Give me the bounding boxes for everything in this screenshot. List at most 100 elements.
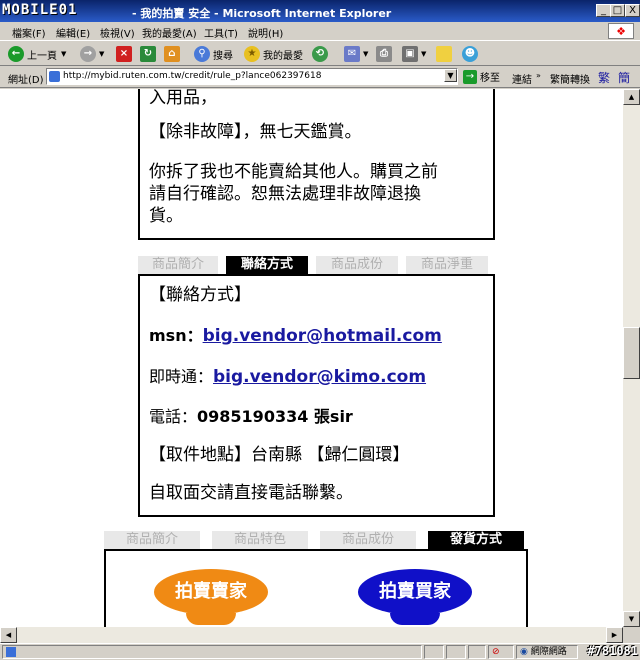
phone-value: 0985190334 張sir (197, 407, 353, 426)
history-button[interactable]: ⟲ (312, 44, 331, 64)
horizontal-scrollbar[interactable]: ◀ ▶ (0, 627, 623, 643)
tab-ingredients[interactable]: 商品成份 (316, 256, 398, 274)
vertical-scrollbar[interactable]: ▲ ▼ (623, 89, 640, 627)
contact-box: 【聯絡方式】 msn：big.vendor@hotmail.com 即時通：bi… (138, 274, 495, 517)
messenger-button[interactable]: ☻ (462, 44, 481, 64)
chevron-down-icon: ▼ (363, 50, 369, 58)
im-link[interactable]: big.vendor@kimo.com (213, 367, 426, 387)
forward-arrow-icon: → (80, 46, 96, 62)
buyer-badge: 拍賣買家 (358, 569, 472, 615)
minimize-button[interactable]: _ (596, 4, 611, 17)
security-cell: ⊘ (488, 645, 514, 659)
mail-button[interactable]: ✉ ▼ (344, 44, 368, 64)
tab-net-weight[interactable]: 商品淨重 (406, 256, 488, 274)
search-button[interactable]: ⚲ 搜尋 (194, 44, 233, 64)
search-icon: ⚲ (194, 46, 210, 62)
scroll-down-button[interactable]: ▼ (623, 611, 640, 627)
chevron-down-icon: ▼ (421, 50, 427, 58)
home-icon: ⌂ (164, 46, 180, 62)
maximize-button[interactable]: □ (610, 4, 625, 17)
forward-button[interactable]: → ▼ (80, 44, 104, 64)
go-arrow-icon: → (463, 69, 477, 84)
status-message (2, 645, 422, 659)
menu-favorites[interactable]: 我的最愛(A) (142, 25, 197, 40)
back-button[interactable]: ← 上一頁 ▼ (8, 44, 66, 64)
favorites-label: 我的最愛 (263, 50, 303, 62)
page-icon (6, 646, 16, 657)
im-label: 即時通： (149, 367, 214, 386)
msn-link[interactable]: big.vendor@hotmail.com (203, 326, 442, 346)
address-dropdown-button[interactable]: ▼ (444, 69, 457, 82)
scroll-up-button[interactable]: ▲ (623, 89, 640, 105)
scroll-left-button[interactable]: ◀ (0, 627, 17, 643)
back-label: 上一頁 (27, 50, 57, 62)
page-icon (49, 71, 60, 82)
tab-shipping[interactable]: 發貨方式 (428, 531, 524, 549)
print-button[interactable]: ⎙ (376, 44, 395, 64)
edit-icon: ▣ (402, 46, 418, 62)
return-policy-box: 入用品， 【除非故障】，無七天鑑賞。 你拆了我也不能賣給其他人。購買之前 請自行… (138, 89, 495, 240)
status-cell-2 (446, 645, 466, 659)
window-title: - 我的拍賣 安全 - Microsoft Internet Explorer (132, 7, 392, 20)
product-tabs-2: 商品簡介 商品特色 商品成份 發貨方式 (104, 531, 524, 549)
stop-icon: × (116, 46, 132, 62)
zone-label: 網際網路 (530, 647, 567, 657)
tab-ingredients-2[interactable]: 商品成份 (320, 531, 416, 549)
status-cell-3 (468, 645, 486, 659)
phone-row: 電話：0985190334 張sir (149, 406, 353, 428)
simplified-button[interactable]: 簡 (618, 69, 630, 86)
policy-line-1: 你拆了我也不能賣給其他人。購買之前 (149, 162, 438, 182)
chevron-down-icon: ▼ (99, 50, 105, 58)
address-label: 網址(D) (8, 75, 44, 86)
scroll-thumb[interactable] (623, 327, 640, 379)
tab-features[interactable]: 商品特色 (212, 531, 308, 549)
pickup-note: 自取面交請直接電話聯繫。 (149, 483, 353, 503)
discuss-button[interactable] (436, 44, 455, 64)
toolbar: ← 上一頁 ▼ → ▼ × ↻ ⌂ ⚲ 搜尋 ★ 我的最愛 ⟲ ✉ ▼ ⎙ ▣ … (0, 40, 640, 66)
refresh-button[interactable]: ↻ (140, 44, 159, 64)
scroll-corner (623, 627, 640, 643)
address-input[interactable]: http://mybid.ruten.com.tw/credit/rule_p?… (46, 68, 458, 85)
menu-help[interactable]: 說明(H) (248, 25, 283, 40)
go-button[interactable]: → 移至 (463, 69, 500, 84)
menu-tools[interactable]: 工具(T) (204, 25, 238, 40)
shipping-box: 拍賣賣家 拍賣買家 (104, 549, 528, 627)
lock-icon: ⊘ (492, 647, 500, 657)
menu-view[interactable]: 檢視(V) (100, 25, 135, 40)
home-button[interactable]: ⌂ (164, 44, 183, 64)
links-button[interactable]: 連結 (512, 71, 532, 86)
edit-button[interactable]: ▣ ▼ (402, 44, 426, 64)
close-button[interactable]: X (625, 4, 640, 17)
messenger-icon: ☻ (462, 46, 478, 62)
title-bar: MOBILE01 - 我的拍賣 安全 - Microsoft Internet … (0, 0, 640, 22)
policy-line-2: 請自行確認。恕無法處理非故障退換 (149, 184, 421, 204)
menu-edit[interactable]: 編輯(E) (56, 25, 90, 40)
print-icon: ⎙ (376, 46, 392, 62)
favorites-button[interactable]: ★ 我的最愛 (244, 44, 303, 64)
seller-badge-stem (186, 613, 236, 625)
status-bar: ⊘ ◉ 網際網路 #781081 (0, 643, 640, 660)
im-row: 即時通：big.vendor@kimo.com (149, 366, 426, 388)
watermark: #781081 (587, 644, 638, 658)
contact-heading: 【聯絡方式】 (149, 285, 251, 305)
policy-line-top: 入用品， (149, 89, 217, 108)
seller-badge: 拍賣賣家 (154, 569, 268, 615)
convert-button[interactable]: 繁簡轉換 (550, 71, 590, 86)
refresh-icon: ↻ (140, 46, 156, 62)
stop-button[interactable]: × (116, 44, 135, 64)
tab-product-intro[interactable]: 商品簡介 (138, 256, 218, 274)
tab-product-intro-2[interactable]: 商品簡介 (104, 531, 200, 549)
traditional-button[interactable]: 繁 (598, 69, 610, 86)
back-arrow-icon: ← (8, 46, 24, 62)
mail-icon: ✉ (344, 46, 360, 62)
mobile01-logo: MOBILE01 (2, 2, 78, 18)
note-icon (436, 46, 452, 62)
search-label: 搜尋 (213, 50, 233, 62)
tab-contact[interactable]: 聯絡方式 (226, 256, 308, 274)
scroll-right-button[interactable]: ▶ (606, 627, 623, 643)
zone-cell: ◉ 網際網路 (516, 645, 578, 659)
menu-file[interactable]: 檔案(F) (12, 25, 46, 40)
page-content: 入用品， 【除非故障】，無七天鑑賞。 你拆了我也不能賣給其他人。購買之前 請自行… (0, 89, 623, 627)
pickup-location: 【取件地點】台南縣 【歸仁圓環】 (149, 445, 410, 465)
msn-label: msn： (149, 326, 203, 345)
